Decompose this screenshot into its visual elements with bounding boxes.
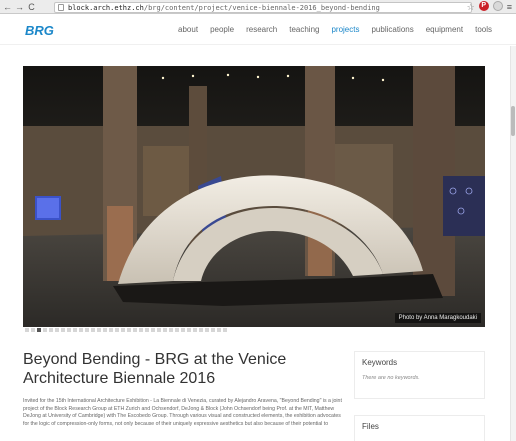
nav-teaching[interactable]: teaching <box>289 25 319 34</box>
slider-dot[interactable] <box>91 328 95 332</box>
slider-dot[interactable] <box>169 328 173 332</box>
slider-dot[interactable] <box>133 328 137 332</box>
slider-dot[interactable] <box>199 328 203 332</box>
exhibition-photo <box>23 66 485 327</box>
slider-dot[interactable] <box>151 328 155 332</box>
files-panel: Files <box>354 415 485 441</box>
page-icon <box>58 4 64 11</box>
brg-logo[interactable]: BRG <box>25 23 54 38</box>
slider-dot[interactable] <box>43 328 47 332</box>
slider-dot[interactable] <box>115 328 119 332</box>
slider-dot[interactable] <box>73 328 77 332</box>
slider-dot[interactable] <box>121 328 125 332</box>
hero-image[interactable]: Photo by Anna Maragkoudaki <box>23 66 485 327</box>
slider-dot[interactable] <box>61 328 65 332</box>
nav-people[interactable]: people <box>210 25 234 34</box>
slider-dot[interactable] <box>175 328 179 332</box>
slider-dot[interactable] <box>217 328 221 332</box>
browser-toolbar: ← → C block.arch.ethz.ch/brg/content/pro… <box>0 0 516 14</box>
reload-icon[interactable]: C <box>27 0 36 14</box>
keywords-panel: Keywords There are no keywords. <box>354 351 485 399</box>
url-text: block.arch.ethz.ch/brg/content/project/v… <box>68 4 380 12</box>
photo-credit: Photo by Anna Maragkoudaki <box>394 313 481 323</box>
nav-tools[interactable]: tools <box>475 25 492 34</box>
slider-dot[interactable] <box>67 328 71 332</box>
slider-dot[interactable] <box>49 328 53 332</box>
slider-dot[interactable] <box>55 328 59 332</box>
site-header: BRG about people research teaching proje… <box>0 15 516 45</box>
slider-dot[interactable] <box>193 328 197 332</box>
slider-dot[interactable] <box>103 328 107 332</box>
nav-projects[interactable]: projects <box>331 25 359 34</box>
menu-icon[interactable]: ≡ <box>507 1 512 13</box>
nav-equipment[interactable]: equipment <box>426 25 463 34</box>
page-title: Beyond Bending - BRG at the Venice Archi… <box>23 351 287 387</box>
slider-dot[interactable] <box>97 328 101 332</box>
nav-research[interactable]: research <box>246 25 277 34</box>
slider-dot[interactable] <box>37 328 41 332</box>
scrollbar[interactable] <box>510 46 516 441</box>
slider-dot[interactable] <box>85 328 89 332</box>
bookmark-star-icon[interactable]: ☆ <box>467 1 475 13</box>
main-nav: about people research teaching projects … <box>178 25 492 34</box>
slider-dot[interactable] <box>205 328 209 332</box>
slider-dot[interactable] <box>157 328 161 332</box>
scrollbar-thumb[interactable] <box>511 106 515 136</box>
slider-dot[interactable] <box>109 328 113 332</box>
slider-dot[interactable] <box>187 328 191 332</box>
extension-icon[interactable] <box>492 1 503 11</box>
slider-dot[interactable] <box>181 328 185 332</box>
slider-dot[interactable] <box>79 328 83 332</box>
keywords-empty-message: There are no keywords. <box>362 375 420 381</box>
article-body: Invited for the 15th International Archi… <box>23 398 342 427</box>
back-icon[interactable]: ← <box>3 0 12 14</box>
slider-dot[interactable] <box>211 328 215 332</box>
slider-dot[interactable] <box>31 328 35 332</box>
forward-icon[interactable]: → <box>15 0 24 14</box>
url-path: /brg/content/project/venice-biennale-201… <box>143 3 380 12</box>
nav-about[interactable]: about <box>178 25 198 34</box>
keywords-title: Keywords <box>362 358 398 367</box>
url-host: block.arch.ethz.ch <box>68 3 144 12</box>
address-bar[interactable]: block.arch.ethz.ch/brg/content/project/v… <box>54 2 472 13</box>
slider-dot[interactable] <box>139 328 143 332</box>
slider-dot[interactable] <box>163 328 167 332</box>
slider-dot[interactable] <box>25 328 29 332</box>
files-title: Files <box>362 422 379 431</box>
slider-dot[interactable] <box>145 328 149 332</box>
browser-nav-buttons: ← → C <box>0 0 36 14</box>
slider-dots <box>25 328 227 332</box>
slider-dot[interactable] <box>223 328 227 332</box>
browser-extensions: ☆ P ≡ <box>467 1 512 13</box>
pinterest-icon[interactable]: P <box>478 1 489 11</box>
nav-publications[interactable]: publications <box>371 25 413 34</box>
slider-dot[interactable] <box>127 328 131 332</box>
